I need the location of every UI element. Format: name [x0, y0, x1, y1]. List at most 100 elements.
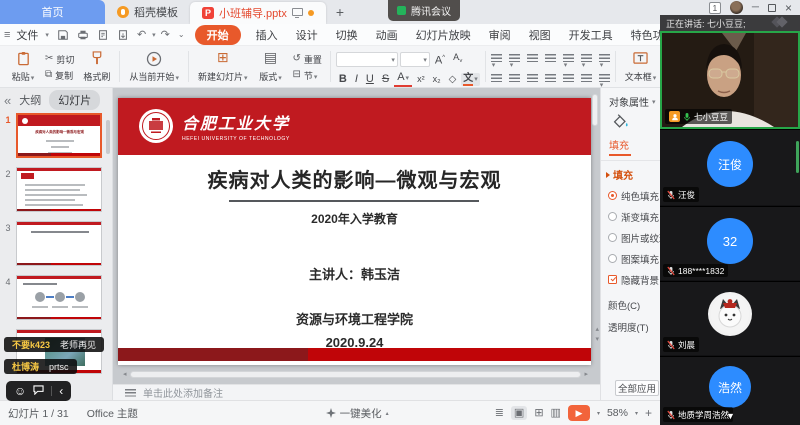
menu-design[interactable]: 设计 [287, 27, 327, 43]
slide-thumbnail-3[interactable] [16, 221, 102, 266]
active-speaker-video[interactable]: 七小豆豆 [660, 31, 800, 129]
menu-home[interactable]: 开始 [195, 25, 241, 45]
properties-title-row[interactable]: 对象属性 ▾ [601, 88, 660, 113]
output-pdf-icon[interactable] [113, 29, 133, 41]
increase-indent-icon[interactable] [545, 54, 556, 63]
print-preview-icon[interactable] [93, 29, 113, 41]
participant-tile[interactable]: 汪俊 汪俊 [660, 129, 800, 205]
chat-bubble-button[interactable] [33, 382, 44, 400]
slideshow-play-button[interactable]: ▶ [568, 405, 590, 421]
option-solid-fill[interactable]: 纯色填充 [601, 185, 660, 206]
checkbox-hide-background[interactable]: 隐藏背景 [601, 269, 660, 290]
cut-button[interactable]: ✂ 剪切 [42, 51, 77, 67]
tab-docer[interactable]: 稻壳模板 [105, 0, 190, 24]
decrease-font-button[interactable]: A˅ [450, 50, 466, 70]
menu-transitions[interactable]: 切换 [327, 27, 367, 43]
tab-fill[interactable]: 填充 [601, 133, 660, 154]
minimize-button[interactable]: ─ [752, 3, 759, 13]
close-button[interactable]: × [785, 3, 792, 13]
paste-button[interactable]: 粘贴 [6, 48, 40, 85]
zoom-in-button[interactable]: + [645, 406, 652, 420]
redo-icon[interactable]: ↷ [157, 28, 174, 41]
paragraph-more-icon[interactable] [599, 74, 610, 83]
theme-name[interactable]: Office 主题 [87, 406, 138, 421]
menu-insert[interactable]: 插入 [247, 27, 287, 43]
new-tab-button[interactable]: + [326, 0, 354, 24]
horizontal-scrollbar[interactable]: ◂ ▸ [123, 370, 588, 378]
format-painter-button[interactable]: 格式刷 [79, 48, 114, 85]
zoom-caret-icon[interactable]: ▾ [635, 410, 638, 417]
meeting-scrollbar[interactable] [796, 141, 799, 173]
menu-slideshow[interactable]: 幻灯片放映 [407, 27, 480, 43]
strikethrough-button[interactable]: S [379, 72, 392, 87]
expand-participants-icon[interactable]: ▼ [726, 411, 735, 421]
collapse-panel-button[interactable]: « [4, 93, 11, 108]
align-right-icon[interactable] [527, 74, 538, 83]
reading-view-icon[interactable]: ▥ [551, 407, 561, 419]
slide-thumbnail-1[interactable]: 疾病对人类的影响—微观与宏观 [16, 113, 102, 158]
bullets-icon[interactable] [491, 54, 502, 63]
vertical-align-icon[interactable] [581, 74, 592, 83]
normal-view-icon[interactable]: ▣ [511, 406, 527, 420]
text-direction-icon[interactable] [599, 54, 610, 63]
menu-file[interactable]: 文件 [14, 27, 40, 43]
collapse-chat-button[interactable]: ‹ [59, 385, 63, 397]
underline-button[interactable]: U [363, 72, 377, 87]
option-gradient-fill[interactable]: 渐变填充 [601, 206, 660, 227]
maximize-button[interactable] [768, 4, 776, 12]
line-spacing-icon[interactable] [563, 54, 574, 63]
numbering-icon[interactable] [509, 54, 520, 63]
notes-toggle-icon[interactable]: ≣ [495, 407, 504, 419]
slide-thumbnail-4[interactable] [16, 275, 102, 320]
scroll-left-icon[interactable]: ◂ [123, 370, 127, 378]
distribute-icon[interactable] [563, 74, 574, 83]
play-caret-icon[interactable]: ▾ [597, 410, 600, 417]
file-caret-icon[interactable] [40, 31, 53, 39]
undo-icon[interactable]: ↶ [133, 28, 150, 41]
align-left-icon[interactable] [491, 74, 502, 83]
more-commands-icon[interactable]: ⌄ [174, 30, 189, 39]
tencent-meeting-widget[interactable]: 腾讯会议 [388, 0, 460, 21]
font-family-select[interactable] [336, 52, 398, 67]
notes-bar[interactable]: 单击此处添加备注 [113, 384, 600, 400]
slide-thumbnail-2[interactable] [16, 167, 102, 212]
fill-section-header[interactable]: 填充 [601, 161, 660, 185]
current-slide-canvas[interactable]: 合肥工业大学 HEFEI UNIVERSITY OF TECHNOLOGY 疾病… [118, 98, 591, 365]
next-slide-button[interactable]: ▾ [595, 336, 599, 343]
section-button[interactable]: ⊟ 节 [289, 67, 324, 83]
participant-tile[interactable]: 32 188****1832 [660, 206, 800, 280]
menu-developer[interactable]: 开发工具 [560, 27, 622, 43]
textbox-button[interactable]: 文本框 [621, 48, 661, 85]
save-icon[interactable] [53, 29, 73, 41]
copy-button[interactable]: ⧉ 复制 [42, 67, 77, 83]
message-count-badge[interactable]: 1 [709, 2, 721, 14]
justify-icon[interactable] [545, 74, 556, 83]
account-avatar[interactable] [730, 1, 743, 14]
increase-font-button[interactable]: A^ [432, 51, 448, 69]
menu-view[interactable]: 视图 [520, 27, 560, 43]
participant-tile[interactable]: 浩然 地质学周浩然 ▼ [660, 356, 800, 425]
beautify-button[interactable]: 一键美化 ▴ [326, 406, 389, 421]
bold-button[interactable]: B [336, 72, 350, 87]
tab-slides[interactable]: 幻灯片 [49, 90, 100, 110]
tab-outline[interactable]: 大纲 [19, 92, 41, 108]
tab-document[interactable]: P 小班辅导.pptx [190, 2, 326, 24]
slide-layout-button[interactable]: ▤ 版式 [253, 48, 287, 85]
emoji-button[interactable]: ☺ [14, 385, 26, 397]
font-color-button[interactable]: A [394, 71, 412, 87]
font-size-select[interactable] [400, 52, 430, 67]
italic-button[interactable]: I [352, 72, 361, 87]
reset-button[interactable]: ↺ 重置 [289, 51, 324, 67]
sidebar-scrollbar[interactable] [106, 120, 110, 154]
hamburger-icon[interactable]: ≡ [0, 29, 14, 41]
option-picture-texture-fill[interactable]: 图片或纹理 [601, 227, 660, 248]
clear-format-button[interactable]: ◇ [446, 72, 460, 87]
columns-icon[interactable] [581, 54, 592, 63]
apply-all-button[interactable]: 全部应用 [615, 380, 659, 396]
option-pattern-fill[interactable]: 图案填充 [601, 248, 660, 269]
horizontal-scroll-thumb[interactable] [130, 371, 582, 378]
vertical-scrollbar[interactable] [592, 94, 598, 126]
menu-review[interactable]: 审阅 [480, 27, 520, 43]
scroll-right-icon[interactable]: ▸ [584, 370, 588, 378]
superscript-button[interactable]: x² [414, 72, 428, 87]
